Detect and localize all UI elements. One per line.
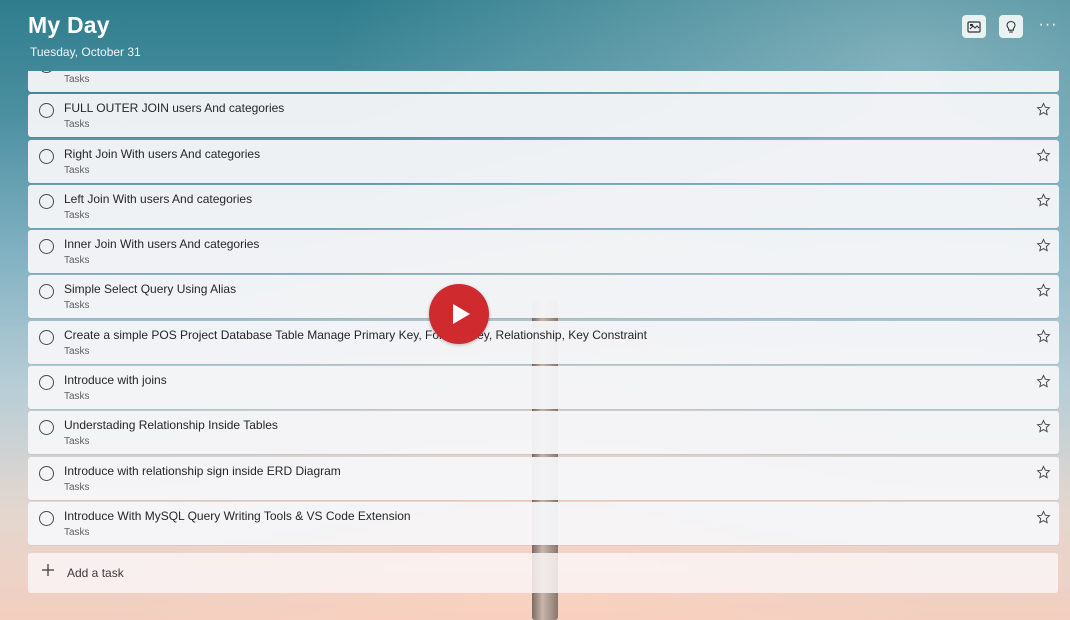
task-list-name: Tasks xyxy=(64,482,90,493)
task-list-name: Tasks xyxy=(64,165,90,176)
task-title: FULL OUTER JOIN users And categories xyxy=(64,101,285,115)
task-title: Introduce with joins xyxy=(64,373,167,387)
task-list-name: Tasks xyxy=(64,255,90,266)
background-button[interactable] xyxy=(962,15,986,38)
star-icon[interactable] xyxy=(1036,193,1051,208)
star-icon[interactable] xyxy=(1036,329,1051,344)
play-icon xyxy=(453,304,470,324)
complete-task-checkbox[interactable] xyxy=(39,194,54,209)
complete-task-checkbox[interactable] xyxy=(39,239,54,254)
complete-task-checkbox[interactable] xyxy=(39,375,54,390)
complete-task-checkbox[interactable] xyxy=(39,330,54,345)
task-title: Create a simple POS Project Database Tab… xyxy=(64,328,647,342)
complete-task-checkbox[interactable] xyxy=(39,420,54,435)
star-icon[interactable] xyxy=(1036,419,1051,434)
task-list-name: Tasks xyxy=(64,346,90,357)
task-list-name: Tasks xyxy=(64,119,90,130)
task-title: Understading Relationship Inside Tables xyxy=(64,418,278,432)
star-icon[interactable] xyxy=(1036,148,1051,163)
task-row[interactable]: Tasks xyxy=(28,71,1059,92)
task-row[interactable]: Create a simple POS Project Database Tab… xyxy=(28,321,1059,364)
lightbulb-icon xyxy=(1006,20,1016,33)
task-row[interactable]: Introduce with joins Tasks xyxy=(28,366,1059,409)
star-icon[interactable] xyxy=(1036,283,1051,298)
task-row[interactable]: Introduce with relationship sign inside … xyxy=(28,457,1059,500)
background-icon xyxy=(967,20,981,33)
complete-task-checkbox[interactable] xyxy=(39,284,54,299)
task-title: Inner Join With users And categories xyxy=(64,237,260,251)
star-icon[interactable] xyxy=(1036,374,1051,389)
task-list-name: Tasks xyxy=(64,210,90,221)
task-list-name: Tasks xyxy=(64,436,90,447)
complete-task-checkbox[interactable] xyxy=(39,103,54,118)
complete-task-checkbox[interactable] xyxy=(39,466,54,481)
task-title: Introduce with relationship sign inside … xyxy=(64,464,341,478)
task-list-name: Tasks xyxy=(64,527,90,538)
task-row[interactable]: Simple Select Query Using Alias Tasks xyxy=(28,275,1059,318)
star-icon[interactable] xyxy=(1036,510,1051,525)
task-title: Introduce With MySQL Query Writing Tools… xyxy=(64,509,411,523)
more-options-button[interactable]: ··· xyxy=(1036,12,1060,38)
page-date: Tuesday, October 31 xyxy=(30,45,141,59)
task-list-name: Tasks xyxy=(64,391,90,402)
star-icon[interactable] xyxy=(1036,102,1051,117)
add-task-label: Add a task xyxy=(67,566,124,580)
task-row[interactable]: FULL OUTER JOIN users And categories Tas… xyxy=(28,94,1059,137)
task-title: Right Join With users And categories xyxy=(64,147,261,161)
task-row[interactable]: Left Join With users And categories Task… xyxy=(28,185,1059,228)
task-row[interactable]: Understading Relationship Inside Tables … xyxy=(28,411,1059,454)
video-play-button[interactable] xyxy=(429,284,489,344)
plus-icon xyxy=(42,564,54,576)
page-header: My Day Tuesday, October 31 xyxy=(28,10,1070,68)
task-row[interactable]: Introduce With MySQL Query Writing Tools… xyxy=(28,502,1059,545)
task-list-name: Tasks xyxy=(64,300,90,311)
complete-task-checkbox[interactable] xyxy=(39,71,54,73)
task-row[interactable]: Inner Join With users And categories Tas… xyxy=(28,230,1059,273)
task-title: Simple Select Query Using Alias xyxy=(64,282,237,296)
task-title: Left Join With users And categories xyxy=(64,192,253,206)
add-task-input[interactable]: Add a task xyxy=(28,553,1058,593)
page-title: My Day xyxy=(28,12,110,38)
complete-task-checkbox[interactable] xyxy=(39,511,54,526)
task-list: Tasks FULL OUTER JOIN users And categori… xyxy=(28,71,1059,546)
star-icon[interactable] xyxy=(1036,238,1051,253)
complete-task-checkbox[interactable] xyxy=(39,149,54,164)
star-icon[interactable] xyxy=(1036,465,1051,480)
suggestions-button[interactable] xyxy=(999,15,1023,38)
task-list-name: Tasks xyxy=(64,74,90,85)
task-row[interactable]: Right Join With users And categories Tas… xyxy=(28,140,1059,183)
